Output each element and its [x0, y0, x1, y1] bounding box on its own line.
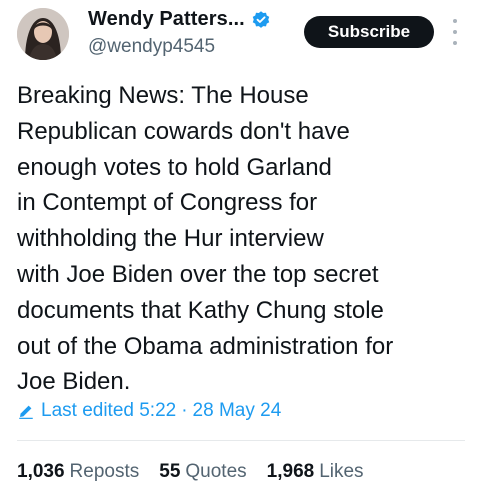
- tweet-line: documents that Kathy Chung stole: [17, 296, 384, 324]
- tweet-line: Breaking News: The House: [17, 82, 309, 109]
- tweet-line: in Contempt of Congress for: [17, 189, 318, 217]
- author-name-row: Wendy Patters...: [88, 8, 271, 31]
- author-handle[interactable]: @wendyp4545: [88, 36, 215, 58]
- reposts-stat[interactable]: 1,036 Reposts: [17, 461, 139, 483]
- engagement-stats: 1,036 Reposts 55 Quotes 1,968 Likes: [17, 461, 384, 483]
- author-display-name[interactable]: Wendy Patters...: [88, 8, 245, 31]
- tweet-text: Breaking News: The House Republican cowa…: [17, 78, 467, 400]
- reposts-label: Reposts: [69, 461, 140, 482]
- quotes-label: Quotes: [185, 461, 247, 482]
- quotes-stat[interactable]: 55 Quotes: [159, 461, 246, 483]
- subscribe-button[interactable]: Subscribe: [304, 16, 434, 48]
- edited-separator: ·: [181, 400, 188, 421]
- reposts-count: 1,036: [17, 461, 65, 482]
- likes-label: Likes: [319, 461, 364, 482]
- edited-date: 28 May 24: [192, 400, 282, 421]
- likes-count: 1,968: [266, 461, 315, 482]
- quotes-count: 55: [159, 461, 181, 482]
- avatar-image: [17, 8, 69, 60]
- tweet-line: with Joe Biden over the top secret: [17, 260, 379, 288]
- edited-label: Last edited 5:22: [41, 400, 177, 421]
- tweet-header: Wendy Patters... @wendyp4545 Subscribe: [0, 0, 481, 74]
- more-options-icon[interactable]: [449, 19, 461, 45]
- tweet-line: enough votes to hold Garland: [17, 153, 332, 181]
- likes-stat[interactable]: 1,968 Likes: [267, 461, 364, 483]
- last-edited-link[interactable]: Last edited 5:22 · 28 May 24: [17, 400, 281, 422]
- verified-badge-icon: [252, 10, 270, 28]
- tweet-line: Republican cowards don't have: [17, 117, 350, 145]
- avatar[interactable]: [17, 8, 69, 60]
- dot: [453, 19, 457, 23]
- tweet-line: out of the Obama administration for: [17, 332, 394, 360]
- tweet-line: Joe Biden.: [17, 368, 131, 396]
- dot: [453, 41, 457, 45]
- tweet-line: withholding the Hur interview: [17, 225, 324, 253]
- divider: [17, 440, 465, 441]
- pencil-icon: [19, 405, 33, 419]
- dot: [453, 30, 457, 34]
